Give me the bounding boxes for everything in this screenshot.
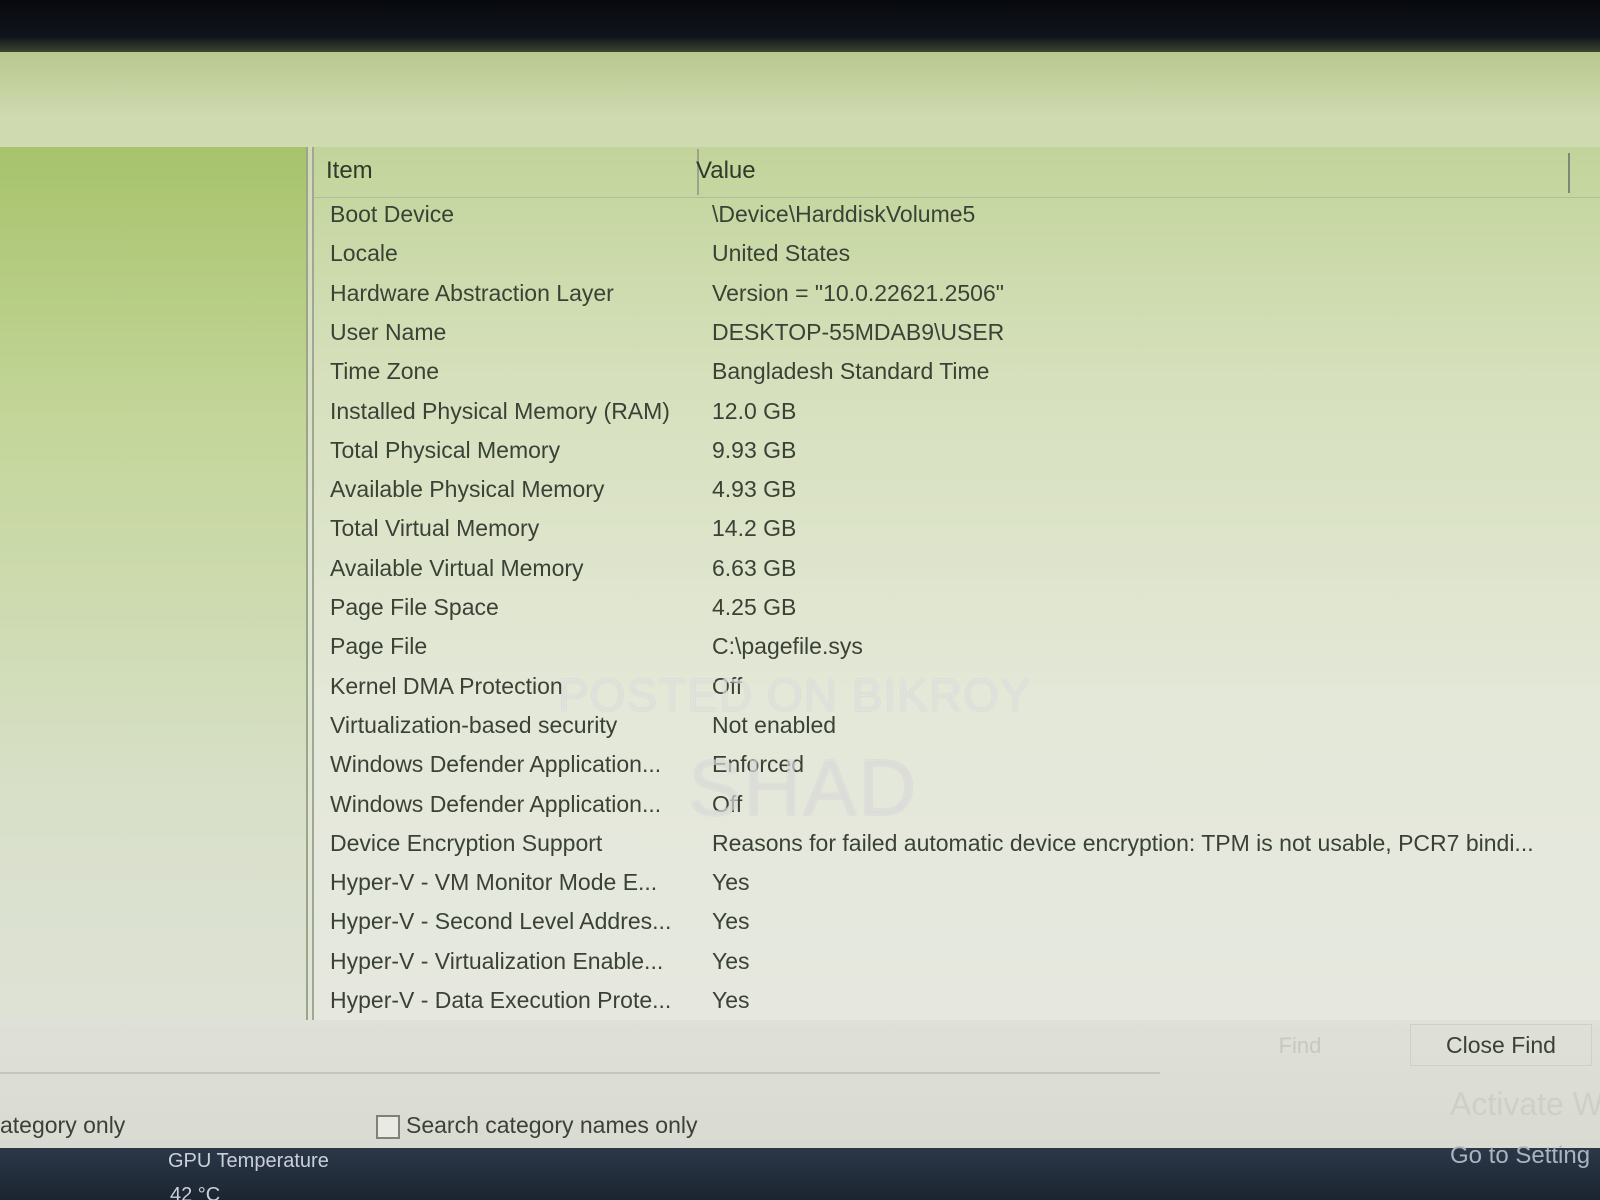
search-category-names-checkbox[interactable]: [376, 1114, 400, 1139]
item-name-cell: Windows Defender Application...: [330, 751, 662, 778]
column-header-item[interactable]: Item: [326, 157, 373, 185]
find-bar: Find Close Find ategory only Search cate…: [0, 1020, 1600, 1148]
find-input[interactable]: [0, 1072, 1160, 1074]
list-item[interactable]: Page File Space 4.25 GB: [314, 590, 1600, 630]
list-item[interactable]: Windows Defender Application... Enforced: [314, 747, 1600, 787]
item-name-cell: Hardware Abstraction Layer: [330, 279, 614, 306]
watermark-name: SHAD: [688, 743, 919, 832]
column-divider-end: [1568, 153, 1570, 193]
item-name-cell: Boot Device: [330, 201, 455, 227]
item-value-cell: \Device\HarddiskVolume5: [712, 201, 976, 227]
activate-windows-title: Activate W: [1450, 1086, 1600, 1122]
item-value-cell: United States: [712, 240, 851, 267]
item-name-cell: Hyper-V - Second Level Addres...: [330, 908, 672, 935]
list-item[interactable]: Total Physical Memory 9.93 GB: [314, 433, 1600, 473]
gpu-temperature-value: 42 °C: [170, 1184, 221, 1200]
item-value-cell: Yes: [712, 908, 750, 935]
item-name-cell: Page File Space: [330, 594, 499, 620]
list-item[interactable]: Hyper-V - Data Execution Prote... Yes: [314, 983, 1600, 1023]
list-item[interactable]: Hyper-V - VM Monitor Mode E... Yes: [314, 865, 1600, 905]
item-value-cell: 4.93 GB: [712, 476, 797, 503]
item-value-cell: 9.93 GB: [712, 436, 797, 463]
list-item[interactable]: Page File C:\pagefile.sys: [314, 629, 1600, 669]
monitor-bezel: [0, 0, 1600, 52]
item-name-cell: Available Virtual Memory: [330, 554, 584, 581]
item-value-cell: Bangladesh Standard Time: [712, 358, 990, 385]
item-name-cell: Page File: [330, 633, 428, 660]
category-tree-pane[interactable]: [0, 147, 308, 1072]
item-value-cell: DESKTOP-55MDAB9\USER: [712, 318, 1005, 345]
list-item[interactable]: Available Physical Memory 4.93 GB: [314, 472, 1600, 512]
list-item[interactable]: Available Virtual Memory 6.63 GB: [314, 551, 1600, 591]
item-name-cell: Installed Physical Memory (RAM): [330, 397, 670, 424]
item-name-cell: Total Physical Memory: [330, 436, 561, 463]
list-item[interactable]: Installed Physical Memory (RAM) 12.0 GB: [314, 394, 1600, 434]
search-selected-category-option[interactable]: ategory only: [0, 1112, 125, 1148]
watermark-posted-on: POSTED ON BIKROY: [558, 669, 1032, 721]
item-value-cell: 4.25 GB: [712, 594, 797, 620]
screen: Item Value Boot Device \Device\HarddiskVo…: [0, 0, 1600, 1200]
list-item[interactable]: Total Virtual Memory 14.2 GB: [314, 511, 1600, 551]
list-item[interactable]: Hyper-V - Virtualization Enable... Yes: [314, 944, 1600, 984]
item-value-cell: Yes: [712, 869, 750, 896]
column-header-value[interactable]: Value: [696, 157, 756, 185]
list-item[interactable]: Device Encryption Support Reasons for fai…: [314, 826, 1600, 866]
item-name-cell: Hyper-V - Virtualization Enable...: [330, 947, 664, 974]
item-name-cell: Locale: [330, 240, 398, 267]
list-item[interactable]: Hardware Abstraction Layer Version = "10.…: [314, 276, 1600, 316]
system-information-window: Item Value Boot Device \Device\HarddiskVo…: [0, 52, 1600, 1148]
item-name-cell: Time Zone: [330, 358, 440, 385]
item-name-cell: User Name: [330, 318, 447, 345]
item-name-cell: Total Virtual Memory: [330, 515, 540, 542]
list-header: Item Value: [314, 147, 1600, 198]
item-value-cell: 6.63 GB: [712, 554, 797, 581]
item-value-cell: C:\pagefile.sys: [712, 633, 863, 660]
search-selected-category-label: ategory only: [0, 1112, 126, 1138]
item-value-cell: Yes: [712, 987, 750, 1013]
search-category-names-option[interactable]: Search category names only: [376, 1112, 698, 1148]
item-value-cell: 12.0 GB: [712, 397, 797, 424]
details-list-pane[interactable]: Item Value Boot Device \Device\HarddiskVo…: [312, 147, 1600, 1074]
activate-windows-subtitle: Go to Setting: [1450, 1142, 1591, 1169]
close-find-button[interactable]: Close Find: [1410, 1024, 1592, 1066]
find-button[interactable]: Find: [1245, 1028, 1355, 1064]
gpu-temperature-label: GPU Temperature: [168, 1150, 329, 1172]
search-category-names-label: Search category names only: [406, 1112, 698, 1138]
item-name-cell: Device Encryption Support: [330, 829, 603, 856]
list-item[interactable]: Time Zone Bangladesh Standard Time: [314, 354, 1600, 394]
list-item[interactable]: Boot Device \Device\HarddiskVolume5: [314, 197, 1600, 237]
taskbar: GPU Temperature 42 °C: [0, 1148, 1600, 1200]
item-value-cell: 14.2 GB: [712, 515, 797, 542]
item-value-cell: Version = "10.0.22621.2506": [712, 279, 1004, 306]
list-item[interactable]: Locale United States: [314, 236, 1600, 276]
list-item[interactable]: Windows Defender Application... Off: [314, 787, 1600, 827]
item-value-cell: Yes: [712, 947, 750, 974]
item-name-cell: Available Physical Memory: [330, 476, 605, 503]
item-name-cell: Hyper-V - Data Execution Prote...: [330, 987, 672, 1013]
item-name-cell: Hyper-V - VM Monitor Mode E...: [330, 869, 658, 896]
list-item[interactable]: User Name DESKTOP-55MDAB9\USER: [314, 315, 1600, 355]
list-item[interactable]: Hyper-V - Second Level Addres... Yes: [314, 904, 1600, 944]
item-name-cell: Windows Defender Application...: [330, 790, 662, 817]
